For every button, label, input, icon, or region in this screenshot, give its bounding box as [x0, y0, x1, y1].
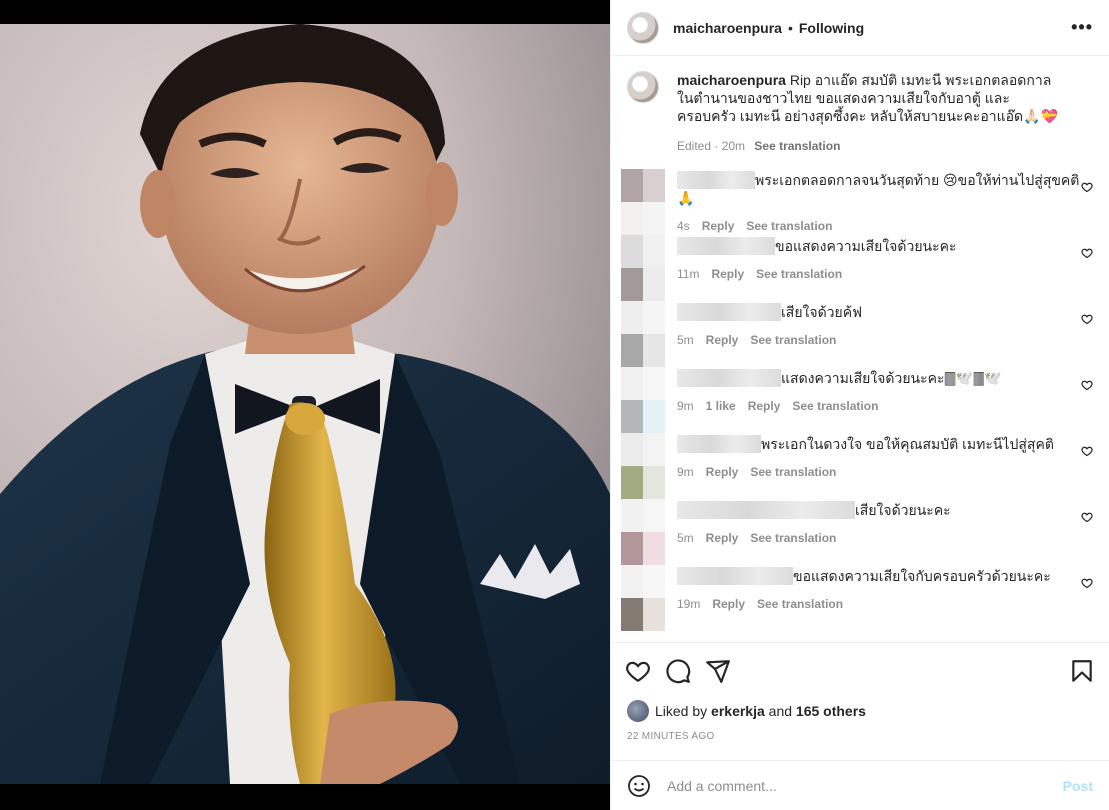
reply-button[interactable]: Reply — [702, 219, 735, 233]
heart-icon[interactable] — [625, 658, 651, 684]
post-side-panel: maicharoenpura • Following ••• maicharoe… — [610, 0, 1109, 810]
post-comment-button[interactable]: Post — [1063, 778, 1093, 794]
portrait-illustration — [0, 24, 610, 784]
comment-text: เสียใจด้วยนะคะ — [855, 502, 951, 518]
see-translation-button[interactable]: See translation — [746, 219, 832, 233]
comment-time: 19m — [677, 597, 701, 611]
liker-username[interactable]: erkerkja — [711, 703, 765, 719]
author-avatar[interactable] — [627, 11, 659, 44]
liked-and: and — [768, 703, 793, 719]
comment-like-heart-icon[interactable] — [1081, 379, 1093, 391]
commenter-username-blurred[interactable] — [677, 237, 775, 255]
see-translation-button[interactable]: See translation — [792, 399, 878, 413]
post-timestamp: 22 MINUTES AGO — [627, 731, 715, 742]
comment-row: พระเอกในดวงใจ ขอให้คุณสมบัติ เมทะนีไปสู่… — [621, 433, 1093, 499]
caption-username[interactable]: maicharoenpura — [677, 72, 786, 88]
separator-dot: • — [787, 19, 793, 36]
commenter-avatar-blurred[interactable] — [621, 169, 665, 235]
more-icon[interactable]: ••• — [1071, 17, 1093, 38]
emoji-icon[interactable] — [627, 774, 651, 798]
comment-time: 4s — [677, 219, 690, 233]
comment-time: 5m — [677, 333, 694, 347]
see-translation-button[interactable]: See translation — [750, 333, 836, 347]
comment-row: เสียใจด้วยนะคะ 5m Reply See translation — [621, 499, 1093, 565]
post-photo[interactable] — [0, 24, 610, 784]
post-caption: maicharoenpura Rip อาแอ๊ด สมบัติ เมทะนี … — [627, 71, 1093, 155]
comment-like-heart-icon[interactable] — [1081, 247, 1093, 259]
bookmark-icon[interactable] — [1069, 658, 1095, 684]
commenter-avatar-blurred[interactable] — [621, 499, 665, 565]
comment-like-heart-icon[interactable] — [1081, 511, 1093, 523]
caption-see-translation[interactable]: See translation — [754, 139, 840, 153]
comment-row: แสดงความเสียใจด้วยนะคะ🀫🕊️🀫🕊️ 9m 1 like Repl… — [621, 367, 1093, 433]
reply-button[interactable]: Reply — [706, 333, 739, 347]
post-viewer: maicharoenpura • Following ••• maicharoe… — [0, 0, 1109, 810]
reply-button[interactable]: Reply — [748, 399, 781, 413]
commenter-username-blurred[interactable] — [677, 171, 755, 189]
comment-like-heart-icon[interactable] — [1081, 181, 1093, 193]
author-username[interactable]: maicharoenpura — [673, 20, 782, 36]
comment-likes[interactable]: 1 like — [706, 399, 736, 413]
commenter-username-blurred[interactable] — [677, 567, 793, 585]
commenter-username-blurred[interactable] — [677, 303, 781, 321]
share-icon[interactable] — [705, 658, 731, 684]
comment-text: ขอแสดงความเสียใจกับครอบครัวด้วยนะคะ — [793, 568, 1051, 584]
reply-button[interactable]: Reply — [706, 465, 739, 479]
comment-rows: พระเอกตลอดกาลจนวันสุดท้าย 😢ขอให้ท่านไปสู… — [621, 169, 1093, 631]
liker-avatar[interactable] — [627, 700, 649, 722]
post-header: maicharoenpura • Following ••• — [611, 0, 1109, 56]
comment-text: แสดงความเสียใจด้วยนะคะ🀫🕊️🀫🕊️ — [781, 370, 1002, 386]
comment-row: ขอแสดงความเสียใจกับครอบครัวด้วยนะคะ 19m Re… — [621, 565, 1093, 631]
following-button[interactable]: Following — [799, 20, 864, 36]
comment-time: 11m — [677, 267, 700, 281]
comment-text: ขอแสดงความเสียใจด้วยนะคะ — [775, 238, 957, 254]
likes-others-link[interactable]: 165 others — [796, 703, 866, 719]
comment-row: ขอแสดงความเสียใจด้วยนะคะ 11m Reply See tran… — [621, 235, 1093, 301]
comment-like-heart-icon[interactable] — [1081, 577, 1093, 589]
comment-row: เสียใจด้วยค้ฟ 5m Reply See translation — [621, 301, 1093, 367]
commenter-avatar-blurred[interactable] — [621, 565, 665, 631]
action-bar — [611, 642, 1109, 698]
see-translation-button[interactable]: See translation — [750, 531, 836, 545]
caption-avatar[interactable] — [627, 71, 659, 103]
comment-row: พระเอกตลอดกาลจนวันสุดท้าย 😢ขอให้ท่านไปสู… — [621, 169, 1093, 235]
reply-button[interactable]: Reply — [712, 597, 745, 611]
commenter-avatar-blurred[interactable] — [621, 433, 665, 499]
comment-icon[interactable] — [665, 658, 691, 684]
reply-button[interactable]: Reply — [706, 531, 739, 545]
comments-list[interactable]: maicharoenpura Rip อาแอ๊ด สมบัติ เมทะนี … — [611, 57, 1109, 642]
see-translation-button[interactable]: See translation — [757, 597, 843, 611]
comment-input[interactable] — [667, 777, 1063, 794]
comment-text: เสียใจด้วยค้ฟ — [781, 304, 863, 320]
comment-time: 5m — [677, 531, 694, 545]
photo-pane — [0, 0, 610, 810]
liked-by-prefix: Liked by — [655, 703, 708, 719]
caption-edited-time: Edited · 20m — [677, 139, 746, 153]
comment-text: พระเอกในดวงใจ ขอให้คุณสมบัติ เมทะนีไปสู่… — [761, 436, 1054, 452]
commenter-username-blurred[interactable] — [677, 501, 855, 519]
commenter-username-blurred[interactable] — [677, 369, 781, 387]
likes-summary: Liked by erkerkja and 165 others — [627, 700, 866, 722]
comment-time: 9m — [677, 465, 694, 479]
commenter-avatar-blurred[interactable] — [621, 235, 665, 301]
commenter-avatar-blurred[interactable] — [621, 367, 665, 433]
comment-time: 9m — [677, 399, 694, 413]
commenter-avatar-blurred[interactable] — [621, 301, 665, 367]
commenter-username-blurred[interactable] — [677, 435, 761, 453]
see-translation-button[interactable]: See translation — [750, 465, 836, 479]
add-comment-bar: Post — [611, 760, 1109, 810]
comment-like-heart-icon[interactable] — [1081, 313, 1093, 325]
reply-button[interactable]: Reply — [711, 267, 744, 281]
comment-like-heart-icon[interactable] — [1081, 445, 1093, 457]
see-translation-button[interactable]: See translation — [756, 267, 842, 281]
